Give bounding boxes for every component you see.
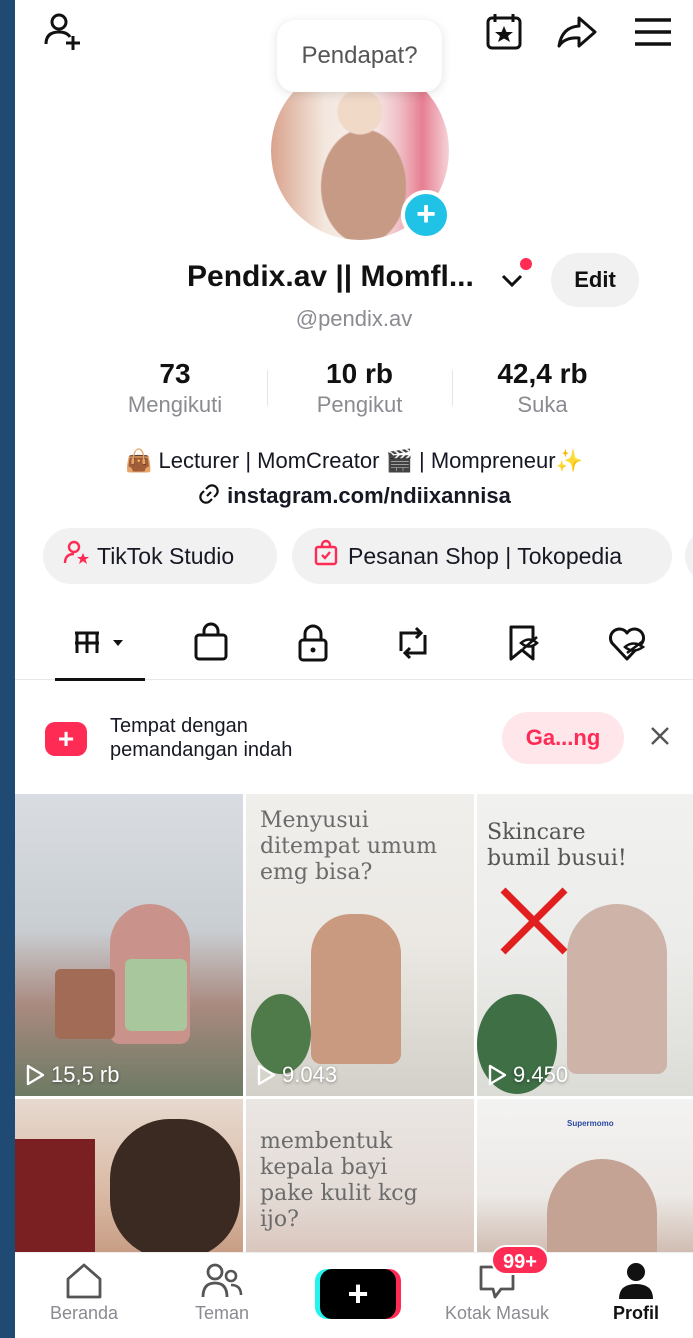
video-tile[interactable]: [15, 1099, 243, 1259]
video-tile[interactable]: Supermomo: [477, 1099, 693, 1259]
red-shirt: [15, 1139, 95, 1259]
stat-divider: [452, 370, 453, 406]
person-star-icon: [63, 539, 91, 573]
followers-label: Pengikut: [316, 392, 403, 417]
add-friend-icon[interactable]: [41, 10, 85, 54]
video-caption: Skincare bumil busui!: [487, 820, 627, 872]
likes-label: Suka: [517, 392, 568, 417]
product-pack: [55, 969, 115, 1039]
liked-hidden-icon[interactable]: [605, 621, 649, 665]
caption-line: Menyusui: [260, 808, 369, 833]
video-tile[interactable]: Menyusui ditempat umum emg bisa? 9.043: [246, 794, 474, 1096]
profile-screen: Pendapat? + Pendix.av || Momfl... Edit @…: [15, 0, 693, 1338]
creator-figure: [311, 914, 401, 1064]
promo-banner: + Tempat dengan pemandangan indah Ga...n…: [15, 682, 693, 792]
caption-line: Skincare: [487, 820, 586, 845]
repost-icon[interactable]: [391, 621, 435, 665]
product-pack: [125, 959, 187, 1031]
create-button[interactable]: +: [320, 1269, 396, 1319]
likes-count: 42,4 rb: [497, 358, 588, 389]
tiktok-studio-label: TikTok Studio: [97, 542, 235, 569]
menu-icon[interactable]: [631, 10, 675, 54]
edit-profile-button[interactable]: Edit: [551, 253, 639, 307]
tiktok-studio-chip[interactable]: TikTok Studio: [43, 528, 277, 584]
chevron-down-icon[interactable]: [500, 270, 524, 290]
creator-figure: [547, 1159, 657, 1259]
display-name: Pendix.av || Momfl...: [187, 260, 474, 293]
creator-figure: [567, 904, 667, 1074]
play-icon: [257, 1064, 276, 1086]
play-icon: [488, 1064, 507, 1086]
caption-line: membentuk: [260, 1129, 393, 1154]
view-count: 9.450: [487, 1062, 568, 1088]
feedback-bubble[interactable]: Pendapat?: [277, 20, 442, 92]
video-tile[interactable]: membentuk kepala bayi pake kulit kcg ijo…: [246, 1099, 474, 1259]
home-icon: [66, 1263, 102, 1299]
nav-home-label: Beranda: [49, 1303, 119, 1323]
video-tile[interactable]: 15,5 rb: [15, 794, 243, 1096]
bio-link[interactable]: instagram.com/ndiixannisa: [15, 482, 693, 512]
shop-orders-chip[interactable]: Pesanan Shop | Tokopedia: [292, 528, 672, 584]
shopping-bag-icon: [312, 539, 340, 573]
bio-text: 👜 Lecturer | MomCreator 🎬 | Mompreneur✨: [125, 448, 583, 473]
nav-friends-label: Teman: [194, 1303, 250, 1323]
creator-figure: [110, 1119, 240, 1259]
username-handle: @pendix.av: [295, 306, 413, 331]
more-chip[interactable]: [685, 528, 693, 584]
bookmark-hidden-icon[interactable]: [501, 621, 545, 665]
brand-watermark: Supermomo: [567, 1119, 614, 1128]
tab-videos[interactable]: [71, 621, 141, 665]
caption-line: pake kulit kcg: [260, 1181, 418, 1206]
promo-action-button[interactable]: Ga...ng: [502, 712, 624, 764]
add-avatar-button[interactable]: +: [401, 190, 451, 240]
shop-orders-label: Pesanan Shop | Tokopedia: [348, 542, 623, 569]
caption-line: ijo?: [260, 1207, 299, 1232]
view-count-text: 15,5 rb: [51, 1062, 120, 1087]
following-count: 73: [159, 358, 191, 389]
view-count-text: 9.450: [513, 1062, 569, 1087]
nav-home[interactable]: Beranda: [29, 1261, 139, 1324]
video-caption: membentuk kepala bayi pake kulit kcg ijo…: [260, 1129, 418, 1233]
friends-icon: [201, 1263, 243, 1298]
stat-likes[interactable]: 42,4 rb Suka: [470, 358, 615, 418]
link-icon: [197, 482, 221, 512]
calendar-star-icon[interactable]: [483, 10, 527, 54]
video-caption: Menyusui ditempat umum emg bisa?: [260, 808, 437, 886]
stat-followers[interactable]: 10 rb Pengikut: [287, 358, 432, 418]
nav-inbox-label: Kotak Masuk: [444, 1303, 550, 1323]
nav-friends[interactable]: Teman: [167, 1261, 277, 1324]
bio-link-text: instagram.com/ndiixannisa: [227, 482, 511, 508]
play-icon: [26, 1064, 45, 1086]
nav-profile-label: Profil: [612, 1303, 659, 1323]
profile-icon: [619, 1263, 653, 1299]
share-icon[interactable]: [555, 10, 599, 54]
inbox-badge: 99+: [491, 1245, 549, 1275]
red-x-icon: [497, 884, 571, 963]
video-tile[interactable]: Skincare bumil busui! 9.450: [477, 794, 693, 1096]
nav-profile[interactable]: Profil: [581, 1261, 691, 1324]
caption-line: kepala bayi: [260, 1155, 388, 1180]
view-count: 15,5 rb: [25, 1062, 120, 1088]
caption-line: ditempat umum: [260, 834, 437, 859]
caption-line: bumil busui!: [487, 846, 627, 871]
shopping-bag-tab-icon[interactable]: [189, 621, 233, 665]
promo-text-line2: pemandangan indah: [110, 739, 293, 761]
caption-line: emg bisa?: [260, 860, 373, 885]
lock-icon[interactable]: [291, 621, 335, 665]
promo-text-line1: Tempat dengan: [110, 715, 248, 737]
following-label: Mengikuti: [127, 392, 223, 417]
stat-divider: [267, 370, 268, 406]
bottom-nav: Beranda Teman + Kotak Masuk 99+ Profil: [15, 1245, 693, 1338]
close-icon[interactable]: [648, 724, 672, 753]
view-count: 9.043: [256, 1062, 337, 1088]
create-icon: +: [45, 722, 87, 756]
promo-text: Tempat dengan pemandangan indah: [110, 714, 292, 762]
followers-count: 10 rb: [326, 358, 393, 389]
view-count-text: 9.043: [282, 1062, 338, 1087]
notification-dot: [520, 258, 532, 270]
active-tab-indicator: [55, 678, 145, 681]
content-tabs: [15, 605, 693, 681]
stat-following[interactable]: 73 Mengikuti: [105, 358, 245, 418]
